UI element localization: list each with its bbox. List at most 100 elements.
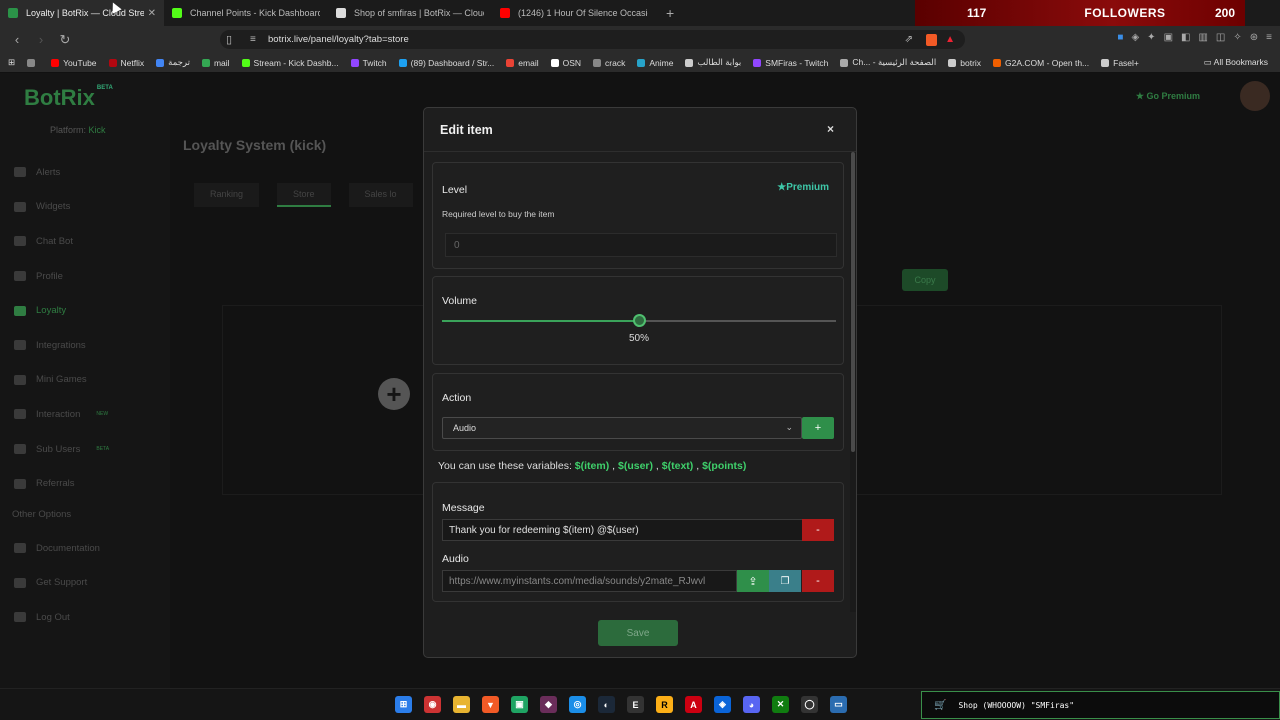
- remove-audio-button[interactable]: -: [802, 570, 834, 592]
- audio-library-button[interactable]: ❐: [769, 570, 801, 592]
- bookmark-twitch[interactable]: Twitch: [350, 58, 387, 68]
- extension-icon[interactable]: ◈: [1131, 32, 1139, 43]
- reload-icon[interactable]: ↻: [58, 32, 72, 48]
- app-icon[interactable]: ▭: [830, 696, 847, 713]
- sidebar-item-interaction[interactable]: Interaction NEW: [14, 397, 109, 432]
- file-explorer-icon[interactable]: ▬: [453, 696, 470, 713]
- tab-channel-points[interactable]: Channel Points - Kick Dashboard: [164, 0, 328, 26]
- remove-message-button[interactable]: -: [802, 519, 834, 541]
- bookmark-osn[interactable]: OSN: [550, 58, 581, 68]
- sidebar-item-integrations[interactable]: Integrations: [14, 328, 109, 363]
- brave-shield-icon[interactable]: [926, 33, 937, 46]
- bookmark-kick[interactable]: Stream - Kick Dashb...: [241, 58, 339, 68]
- bookmark-dashboard[interactable]: (89) Dashboard / Str...: [398, 58, 494, 68]
- add-action-button[interactable]: +: [802, 417, 834, 439]
- bookmark-translate[interactable]: ترجمة: [156, 57, 190, 68]
- sidebar-item-profile[interactable]: Profile: [14, 259, 109, 294]
- premium-badge[interactable]: ★Premium: [777, 182, 829, 193]
- avatar[interactable]: [1240, 81, 1270, 111]
- xbox-icon[interactable]: ✕: [772, 696, 789, 713]
- sidebar-item-widgets[interactable]: Widgets: [14, 190, 109, 225]
- brave-rewards-icon[interactable]: ▲: [945, 34, 955, 45]
- modal-scrollbar[interactable]: [850, 152, 856, 612]
- save-button[interactable]: Save: [598, 620, 678, 646]
- tab-shop[interactable]: Shop of smfiras | BotRix — Cloud Str: [328, 0, 492, 26]
- back-icon[interactable]: ‹: [10, 32, 24, 47]
- app-icon[interactable]: ◯: [801, 696, 818, 713]
- leo-icon[interactable]: ✧: [1233, 32, 1241, 43]
- rockstar-icon[interactable]: R: [656, 696, 673, 713]
- bookmark-student-portal[interactable]: بوابة الطالب: [685, 57, 741, 68]
- bookmark-anime[interactable]: Anime: [637, 58, 673, 68]
- close-icon[interactable]: ×: [827, 122, 834, 136]
- vpn-icon[interactable]: ⊛: [1250, 32, 1258, 43]
- volume-slider[interactable]: [442, 314, 836, 327]
- menu-icon[interactable]: ≡: [1266, 32, 1272, 43]
- action-select[interactable]: Audio ⌄: [442, 417, 802, 439]
- bookmark-youtube[interactable]: YouTube: [51, 58, 97, 68]
- scrollbar-thumb[interactable]: [851, 152, 855, 452]
- url-field[interactable]: ▯ ≡ botrix.live/panel/loyalty?tab=store …: [220, 30, 965, 49]
- variables-hint: You can use these variables: $(item) , $…: [438, 460, 747, 472]
- extension-icon[interactable]: ◧: [1181, 32, 1190, 43]
- add-item-icon[interactable]: +: [378, 378, 410, 410]
- sidebar-item-referrals[interactable]: Referrals: [14, 466, 109, 501]
- bookmark-fasel[interactable]: Fasel+: [1101, 58, 1139, 68]
- site-settings-icon[interactable]: ≡: [250, 34, 256, 45]
- sidebar-item-mini-games[interactable]: Mini Games: [14, 363, 109, 398]
- sidebar-item-loyalty[interactable]: Loyalty: [14, 293, 109, 328]
- tab-loyalty[interactable]: Loyalty | BotRix — Cloud Stream ✕: [0, 0, 164, 26]
- app-icon[interactable]: ▣: [511, 696, 528, 713]
- brave-browser-icon[interactable]: ▼: [482, 696, 499, 713]
- star-icon: ★: [777, 182, 787, 193]
- sidebar-item-documentation[interactable]: Documentation: [14, 531, 100, 566]
- tab-ranking[interactable]: Ranking: [194, 183, 260, 207]
- discord-icon[interactable]: ◕: [743, 696, 760, 713]
- all-bookmarks[interactable]: ▭ All Bookmarks: [1204, 57, 1268, 68]
- sidebar-item-log-out[interactable]: Log Out: [14, 600, 100, 635]
- bookmark-icon[interactable]: ▯: [226, 33, 232, 46]
- app-icon[interactable]: ◉: [424, 696, 441, 713]
- sidebar-item-get-support[interactable]: Get Support: [14, 566, 100, 601]
- bookmark-smfiras-twitch[interactable]: SMFiras - Twitch: [753, 58, 828, 68]
- go-premium-link[interactable]: ★ Go Premium: [1136, 91, 1200, 102]
- upload-audio-button[interactable]: ⇪: [737, 570, 769, 592]
- bookmark-netflix[interactable]: Netflix: [108, 58, 144, 68]
- app-icon[interactable]: A: [685, 696, 702, 713]
- level-input[interactable]: 0: [445, 233, 837, 257]
- apps-icon[interactable]: ⊞: [8, 57, 15, 68]
- sidebar-item-alerts[interactable]: Alerts: [14, 155, 109, 190]
- tab-sales-log[interactable]: Sales lo: [348, 183, 413, 207]
- windows-start-icon[interactable]: ⊞: [395, 696, 412, 713]
- volume-slider-handle[interactable]: [633, 314, 646, 327]
- bookmark-crack[interactable]: crack: [593, 58, 625, 68]
- sidebar-item-chat-bot[interactable]: Chat Bot: [14, 224, 109, 259]
- new-tab-icon[interactable]: +: [656, 5, 684, 21]
- audio-url-input[interactable]: https://www.myinstants.com/media/sounds/…: [442, 570, 737, 592]
- bookmark-g2a[interactable]: G2A.COM - Open th...: [993, 58, 1089, 68]
- app-icon[interactable]: ◈: [714, 696, 731, 713]
- extension-icon[interactable]: ■: [1117, 32, 1123, 43]
- bookmark-mail[interactable]: mail: [201, 58, 230, 68]
- message-input[interactable]: Thank you for redeeming $(item) @$(user): [442, 519, 803, 541]
- puzzle-icon[interactable]: ✦: [1147, 32, 1155, 43]
- bookmark-home[interactable]: Ch... - الصفحة الرئيسية: [840, 57, 936, 68]
- tab-close-icon[interactable]: ✕: [148, 8, 156, 19]
- forward-icon[interactable]: ›: [34, 32, 48, 47]
- steam-icon[interactable]: ◐: [598, 696, 615, 713]
- sidebar-icon[interactable]: ▥: [1198, 32, 1207, 43]
- share-icon[interactable]: ⇗: [905, 34, 913, 45]
- tab-youtube[interactable]: (1246) 1 Hour Of Silence Occasionally: [492, 0, 656, 26]
- app-icon[interactable]: ◆: [540, 696, 557, 713]
- bookmark-botrix[interactable]: botrix: [948, 58, 981, 68]
- wallet-icon[interactable]: ◫: [1216, 32, 1225, 43]
- bookmark-email[interactable]: email: [506, 58, 539, 68]
- app-icon[interactable]: ◎: [569, 696, 586, 713]
- tab-store[interactable]: Store: [277, 183, 331, 207]
- botrix-logo[interactable]: BotRix BETA: [24, 85, 113, 111]
- bookmark-item[interactable]: [27, 58, 39, 67]
- sidebar-item-sub-users[interactable]: Sub Users BETA: [14, 432, 109, 467]
- copy-button[interactable]: Copy: [902, 269, 948, 291]
- epic-games-icon[interactable]: E: [627, 696, 644, 713]
- extension-icon[interactable]: ▣: [1164, 32, 1173, 43]
